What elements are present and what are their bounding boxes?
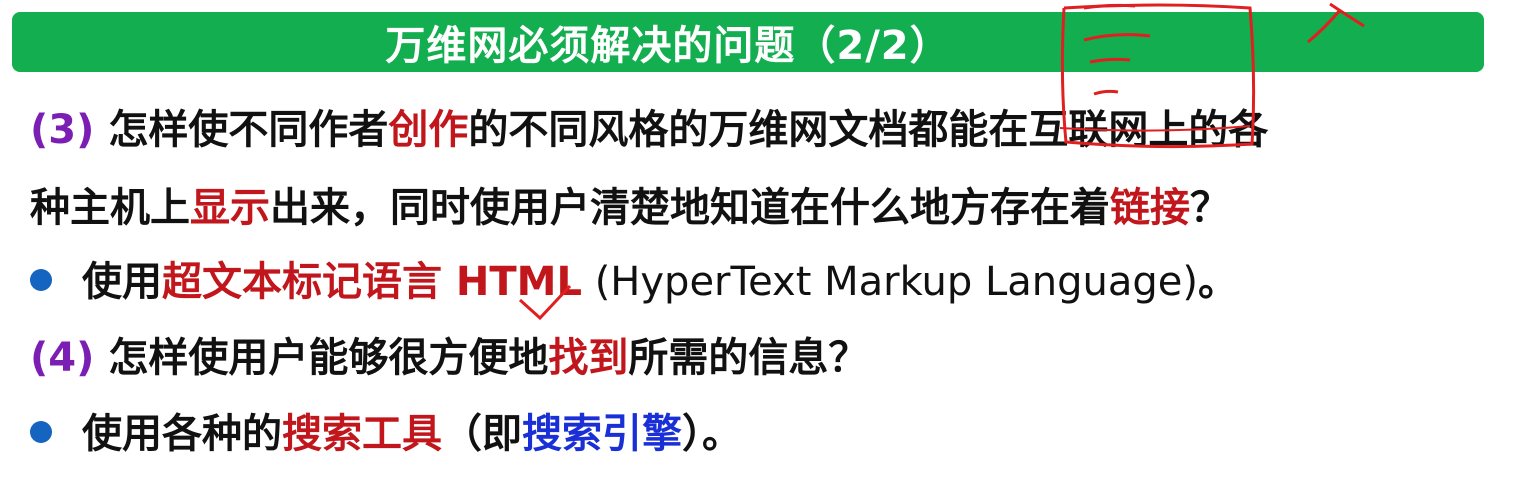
highlight-link: 链接 bbox=[1110, 185, 1190, 231]
text: 使用 bbox=[82, 259, 162, 305]
question-4-line: (4) 怎样使用户能够很方便地找到所需的信息？ bbox=[30, 338, 868, 378]
highlight-create: 创作 bbox=[388, 107, 469, 153]
answer-4-bullet: 使用各种的搜索工具（即搜索引擎）。 bbox=[30, 414, 742, 454]
text: 怎样使不同作者 bbox=[94, 107, 389, 153]
answer-3-bullet: 使用超文本标记语言 HTML (HyperText Markup Languag… bbox=[30, 262, 1238, 302]
text: 种主机上 bbox=[30, 185, 190, 231]
slide: 万维网必须解决的问题（2/2） (3) 怎样使不同作者创作的不同风格的万维网文档… bbox=[0, 0, 1529, 487]
text: 。 bbox=[1197, 259, 1238, 305]
text: （即 bbox=[442, 411, 522, 457]
highlight-display: 显示 bbox=[190, 185, 270, 231]
text: 的不同风格的万维网文档都能在互联网上的各 bbox=[468, 107, 1269, 153]
text: (HyperText Markup Language) bbox=[581, 259, 1198, 305]
title-bar: 万维网必须解决的问题（2/2） bbox=[12, 12, 1484, 72]
highlight-html: 超文本标记语言 HTML bbox=[162, 259, 582, 305]
text: 所需的信息？ bbox=[628, 335, 869, 381]
slide-title: 万维网必须解决的问题（2/2） bbox=[385, 23, 951, 69]
bullet-icon bbox=[30, 269, 52, 291]
text: ？ bbox=[1190, 185, 1230, 231]
question-3-line-2: 种主机上显示出来，同时使用户清楚地知道在什么地方存在着链接？ bbox=[30, 188, 1230, 228]
text: 怎样使用户能够很方便地 bbox=[94, 335, 549, 381]
highlight-search-engine: 搜索引擎 bbox=[522, 411, 682, 457]
highlight-find: 找到 bbox=[548, 335, 629, 381]
highlight-search-tools: 搜索工具 bbox=[282, 411, 442, 457]
question-3-line-1: (3) 怎样使不同作者创作的不同风格的万维网文档都能在互联网上的各 bbox=[30, 110, 1268, 150]
text: ）。 bbox=[682, 411, 742, 457]
bullet-icon bbox=[30, 421, 52, 443]
annotation-stroke bbox=[1083, 3, 1136, 10]
question-number-3: (3) bbox=[30, 107, 95, 153]
text: 出来，同时使用户清楚地知道在什么地方存在着 bbox=[270, 185, 1110, 231]
annotation-stroke bbox=[1093, 89, 1119, 96]
text: 使用各种的 bbox=[82, 411, 282, 457]
question-number-4: (4) bbox=[30, 335, 95, 381]
